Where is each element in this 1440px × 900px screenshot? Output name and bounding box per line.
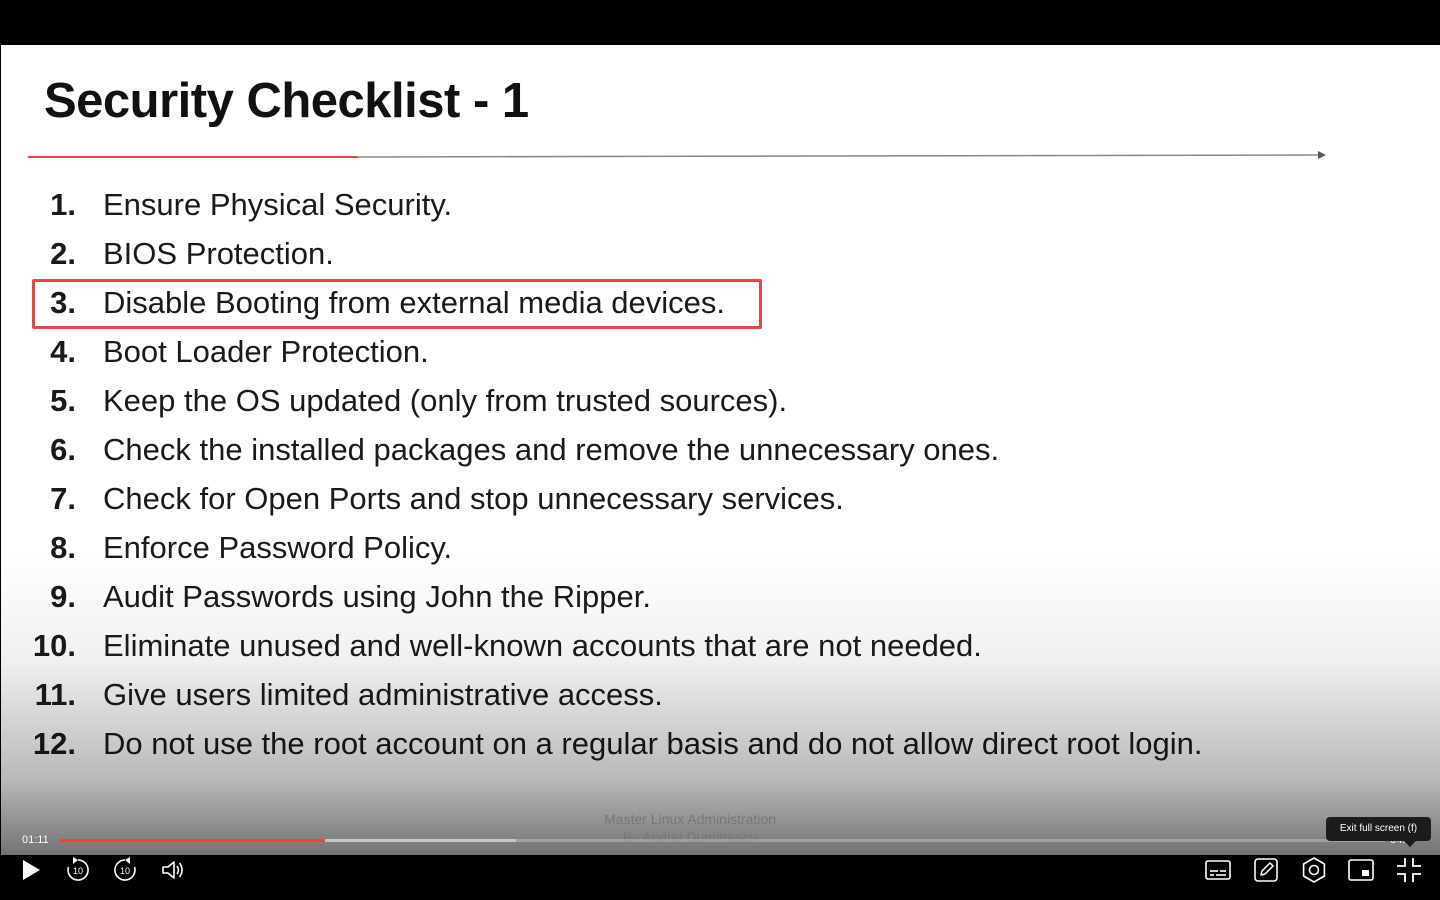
volume-icon — [162, 861, 183, 879]
checklist-item: 12. Do not use the root account on a regu… — [1, 724, 1301, 764]
checklist-item-text: Keep the OS updated (only from trusted s… — [103, 383, 788, 418]
picture-in-picture-button[interactable] — [1341, 856, 1381, 884]
checklist-item: 4. Boot Loader Protection. — [1, 332, 1301, 372]
checklist-item: 7. Check for Open Ports and stop unnecess… — [1, 479, 1301, 519]
lecture-slide: Security Checklist - 1 1. Ensure Physical… — [1, 45, 1440, 855]
checklist-item-number: 10. — [32, 628, 76, 663]
highlight-box — [32, 279, 762, 329]
notes-button[interactable] — [1246, 856, 1286, 884]
checklist-item-number: 1. — [50, 187, 76, 222]
checklist-item-text: Check for Open Ports and stop unnecessar… — [103, 481, 844, 516]
checklist-item-number: 5. — [50, 383, 76, 418]
current-time: 01:11 — [22, 834, 49, 846]
checklist-item: 10. Eliminate unused and well-known accou… — [1, 626, 1301, 666]
checklist-item: 1. Ensure Physical Security. — [1, 185, 1301, 225]
progress-bar[interactable] — [60, 839, 1385, 842]
checklist-item: 6. Check the installed packages and remov… — [1, 430, 1301, 470]
progress-played — [60, 839, 325, 842]
title-divider-arrow — [28, 151, 1326, 159]
checklist-item-text: Do not use the root account on a regular… — [103, 726, 1203, 761]
slide-title: Security Checklist - 1 — [44, 74, 529, 128]
checklist-item-text: Boot Loader Protection. — [103, 334, 429, 369]
checklist-item-text: Enforce Password Policy. — [103, 530, 453, 565]
notes-icon — [1254, 858, 1278, 882]
checklist-item-number: 6. — [50, 432, 76, 467]
checklist-item-text: Give users limited administrative access… — [103, 677, 663, 712]
checklist-item-text: Ensure Physical Security. — [103, 187, 453, 222]
rewind-10-button[interactable]: 10 — [58, 856, 98, 884]
exit-fullscreen-tooltip: Exit full screen (f) — [1326, 817, 1431, 847]
settings-button[interactable] — [1294, 856, 1334, 884]
exit-fullscreen-icon — [1397, 858, 1421, 882]
checklist-item: 9. Audit Passwords using John the Ripper. — [1, 577, 1301, 617]
checklist-item-number: 4. — [50, 334, 76, 369]
volume-button[interactable] — [153, 856, 193, 884]
captions-icon — [1205, 860, 1231, 880]
settings-icon — [1302, 857, 1326, 883]
picture-in-picture-icon — [1348, 859, 1374, 881]
exit-fullscreen-button[interactable] — [1389, 856, 1429, 884]
watermark-course: Master Linux Administration — [604, 811, 776, 827]
checklist-item-number: 2. — [50, 236, 76, 271]
checklist-item: 8. Enforce Password Policy. — [1, 528, 1301, 568]
rewind-10-icon: 10 — [67, 857, 89, 881]
checklist-item-text: Audit Passwords using John the Ripper. — [103, 579, 651, 614]
checklist-item-text: Check the installed packages and remove … — [103, 432, 1000, 467]
checklist-item-number: 7. — [50, 481, 76, 516]
forward-10-button[interactable]: 10 — [105, 856, 145, 884]
checklist-item-number: 8. — [50, 530, 76, 565]
rewind-label: 10 — [73, 866, 83, 876]
checklist-item-text: BIOS Protection. — [103, 236, 334, 271]
checklist-item: 11. Give users limited administrative acc… — [1, 675, 1301, 715]
checklist-item-number: 12. — [32, 726, 76, 761]
play-button[interactable] — [11, 856, 51, 884]
checklist-item: 5. Keep the OS updated (only from trusted… — [1, 381, 1301, 421]
checklist-item: 2. BIOS Protection. — [1, 234, 1301, 274]
captions-button[interactable] — [1198, 856, 1238, 884]
watermark-author: By Andrei Dumitrescu — [622, 829, 758, 845]
checklist-item-text: Eliminate unused and well-known accounts… — [103, 628, 982, 663]
forward-10-icon: 10 — [114, 857, 136, 881]
top-black-bar — [0, 0, 1440, 45]
forward-label: 10 — [120, 866, 130, 876]
checklist-item-number: 11. — [34, 677, 76, 712]
checklist-item-number: 9. — [50, 579, 76, 614]
play-icon — [23, 860, 40, 880]
